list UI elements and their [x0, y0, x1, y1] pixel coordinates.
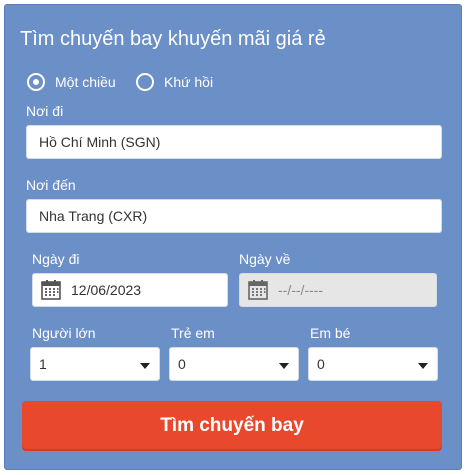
- destination-input[interactable]: Nha Trang (CXR): [26, 199, 442, 233]
- adults-select[interactable]: 1: [30, 347, 160, 381]
- return-date-value: --/--/----: [278, 282, 324, 298]
- infants-select[interactable]: 0: [308, 347, 438, 381]
- origin-input[interactable]: Hồ Chí Minh (SGN): [26, 125, 442, 159]
- radio-one-way-label: Một chiều: [55, 74, 116, 90]
- radio-round-trip-label: Khứ hồi: [164, 74, 214, 90]
- return-date-label: Ngày về: [239, 251, 291, 267]
- infants-value: 0: [317, 356, 325, 372]
- calendar-icon[interactable]: [246, 278, 270, 302]
- return-date-input[interactable]: --/--/----: [239, 273, 437, 307]
- depart-date-value: 12/06/2023: [71, 282, 142, 298]
- children-select[interactable]: 0: [169, 347, 299, 381]
- chevron-down-icon: [279, 363, 289, 369]
- chevron-down-icon: [140, 363, 150, 369]
- adults-value: 1: [39, 356, 47, 372]
- infants-label: Em bé: [310, 325, 351, 341]
- depart-date-input[interactable]: 12/06/2023: [32, 273, 228, 307]
- search-flights-button[interactable]: Tìm chuyến bay: [22, 401, 442, 451]
- children-value: 0: [178, 356, 186, 372]
- radio-icon-checked[interactable]: [27, 73, 45, 91]
- origin-label: Nơi đi: [26, 103, 64, 119]
- calendar-icon[interactable]: [39, 278, 63, 302]
- chevron-down-icon: [418, 363, 428, 369]
- radio-icon-unchecked[interactable]: [136, 73, 154, 91]
- adults-label: Người lớn: [32, 325, 96, 341]
- form-title: Tìm chuyến bay khuyến mãi giá rẻ: [20, 28, 326, 50]
- destination-label: Nơi đến: [26, 177, 76, 193]
- depart-date-label: Ngày đi: [32, 251, 80, 267]
- radio-round-trip[interactable]: Khứ hồi: [136, 71, 213, 93]
- children-label: Trẻ em: [171, 325, 215, 341]
- radio-one-way[interactable]: Một chiều: [27, 71, 116, 93]
